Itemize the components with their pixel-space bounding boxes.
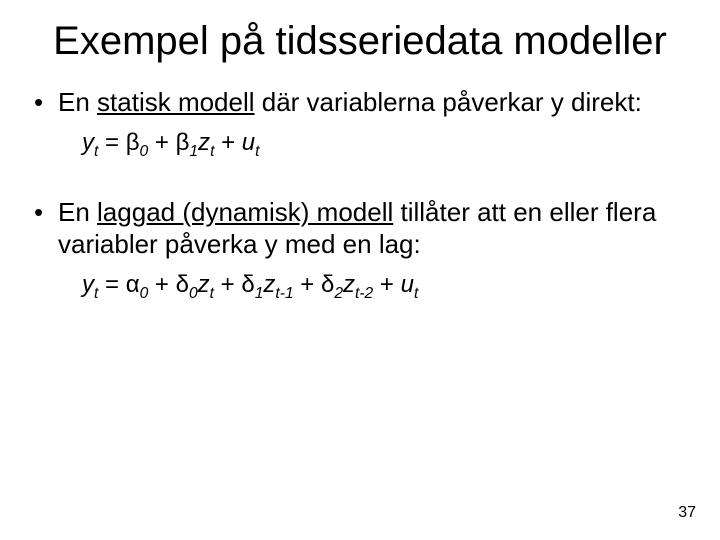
eq1-plus1: + [148, 129, 175, 156]
eq2-plus3: + [294, 271, 321, 298]
equation-lagged: yt = α0 + δ0zt + δ1zt-1 + δ2zt-2 + ut [82, 269, 690, 304]
eq2-z1sub: t-1 [275, 284, 293, 301]
eq1-u: u [242, 129, 255, 156]
eq1-beta1-sub: 1 [189, 142, 198, 159]
eq2-delta0-sub: 0 [189, 284, 198, 301]
eq1-y: y [82, 129, 94, 156]
eq2-z2sub: t-2 [355, 284, 373, 301]
eq2-eq: = [98, 271, 125, 298]
eq2-plus4: + [373, 271, 400, 298]
bullet1-pre: En [58, 87, 97, 117]
eq2-delta0-sym: δ [176, 271, 189, 298]
eq2-delta1-sym: δ [241, 271, 254, 298]
page-number: 37 [678, 504, 696, 522]
slide-title: Exempel på tidsseriedata modeller [30, 18, 690, 64]
bullet1-post: där variablerna påverkar y direkt: [255, 87, 642, 117]
eq2-usub: t [414, 284, 418, 301]
eq2-plus1: + [148, 271, 175, 298]
eq1-beta0-sub: 0 [140, 142, 149, 159]
eq2-delta2-sub: 2 [334, 284, 343, 301]
bullet-lagged-model: En laggad (dynamisk) modell tillåter att… [30, 196, 690, 261]
eq1-usub: t [255, 142, 259, 159]
bullet1-underlined: statisk modell [97, 87, 255, 117]
eq1-eq: = [98, 129, 125, 156]
eq2-alpha-sub: 0 [140, 284, 149, 301]
eq2-alpha-sym: α [126, 271, 140, 298]
eq1-beta1-sym: β [176, 129, 190, 156]
eq2-z0: z [198, 271, 210, 298]
eq1-plus2: + [214, 129, 241, 156]
eq2-z1: z [263, 271, 275, 298]
eq2-plus2: + [214, 271, 241, 298]
eq2-y: y [82, 271, 94, 298]
eq2-z2: z [343, 271, 355, 298]
bullet2-pre: En [58, 197, 97, 227]
eq2-delta2-sym: δ [321, 271, 334, 298]
bullet2-underlined: laggad (dynamisk) modell [97, 197, 393, 227]
eq1-z: z [198, 129, 210, 156]
equation-static: yt = β0 + β1zt + ut [82, 127, 690, 162]
eq2-u: u [401, 271, 414, 298]
bullet-static-model: En statisk modell där variablerna påverk… [30, 86, 690, 119]
eq1-beta0-sym: β [126, 129, 140, 156]
